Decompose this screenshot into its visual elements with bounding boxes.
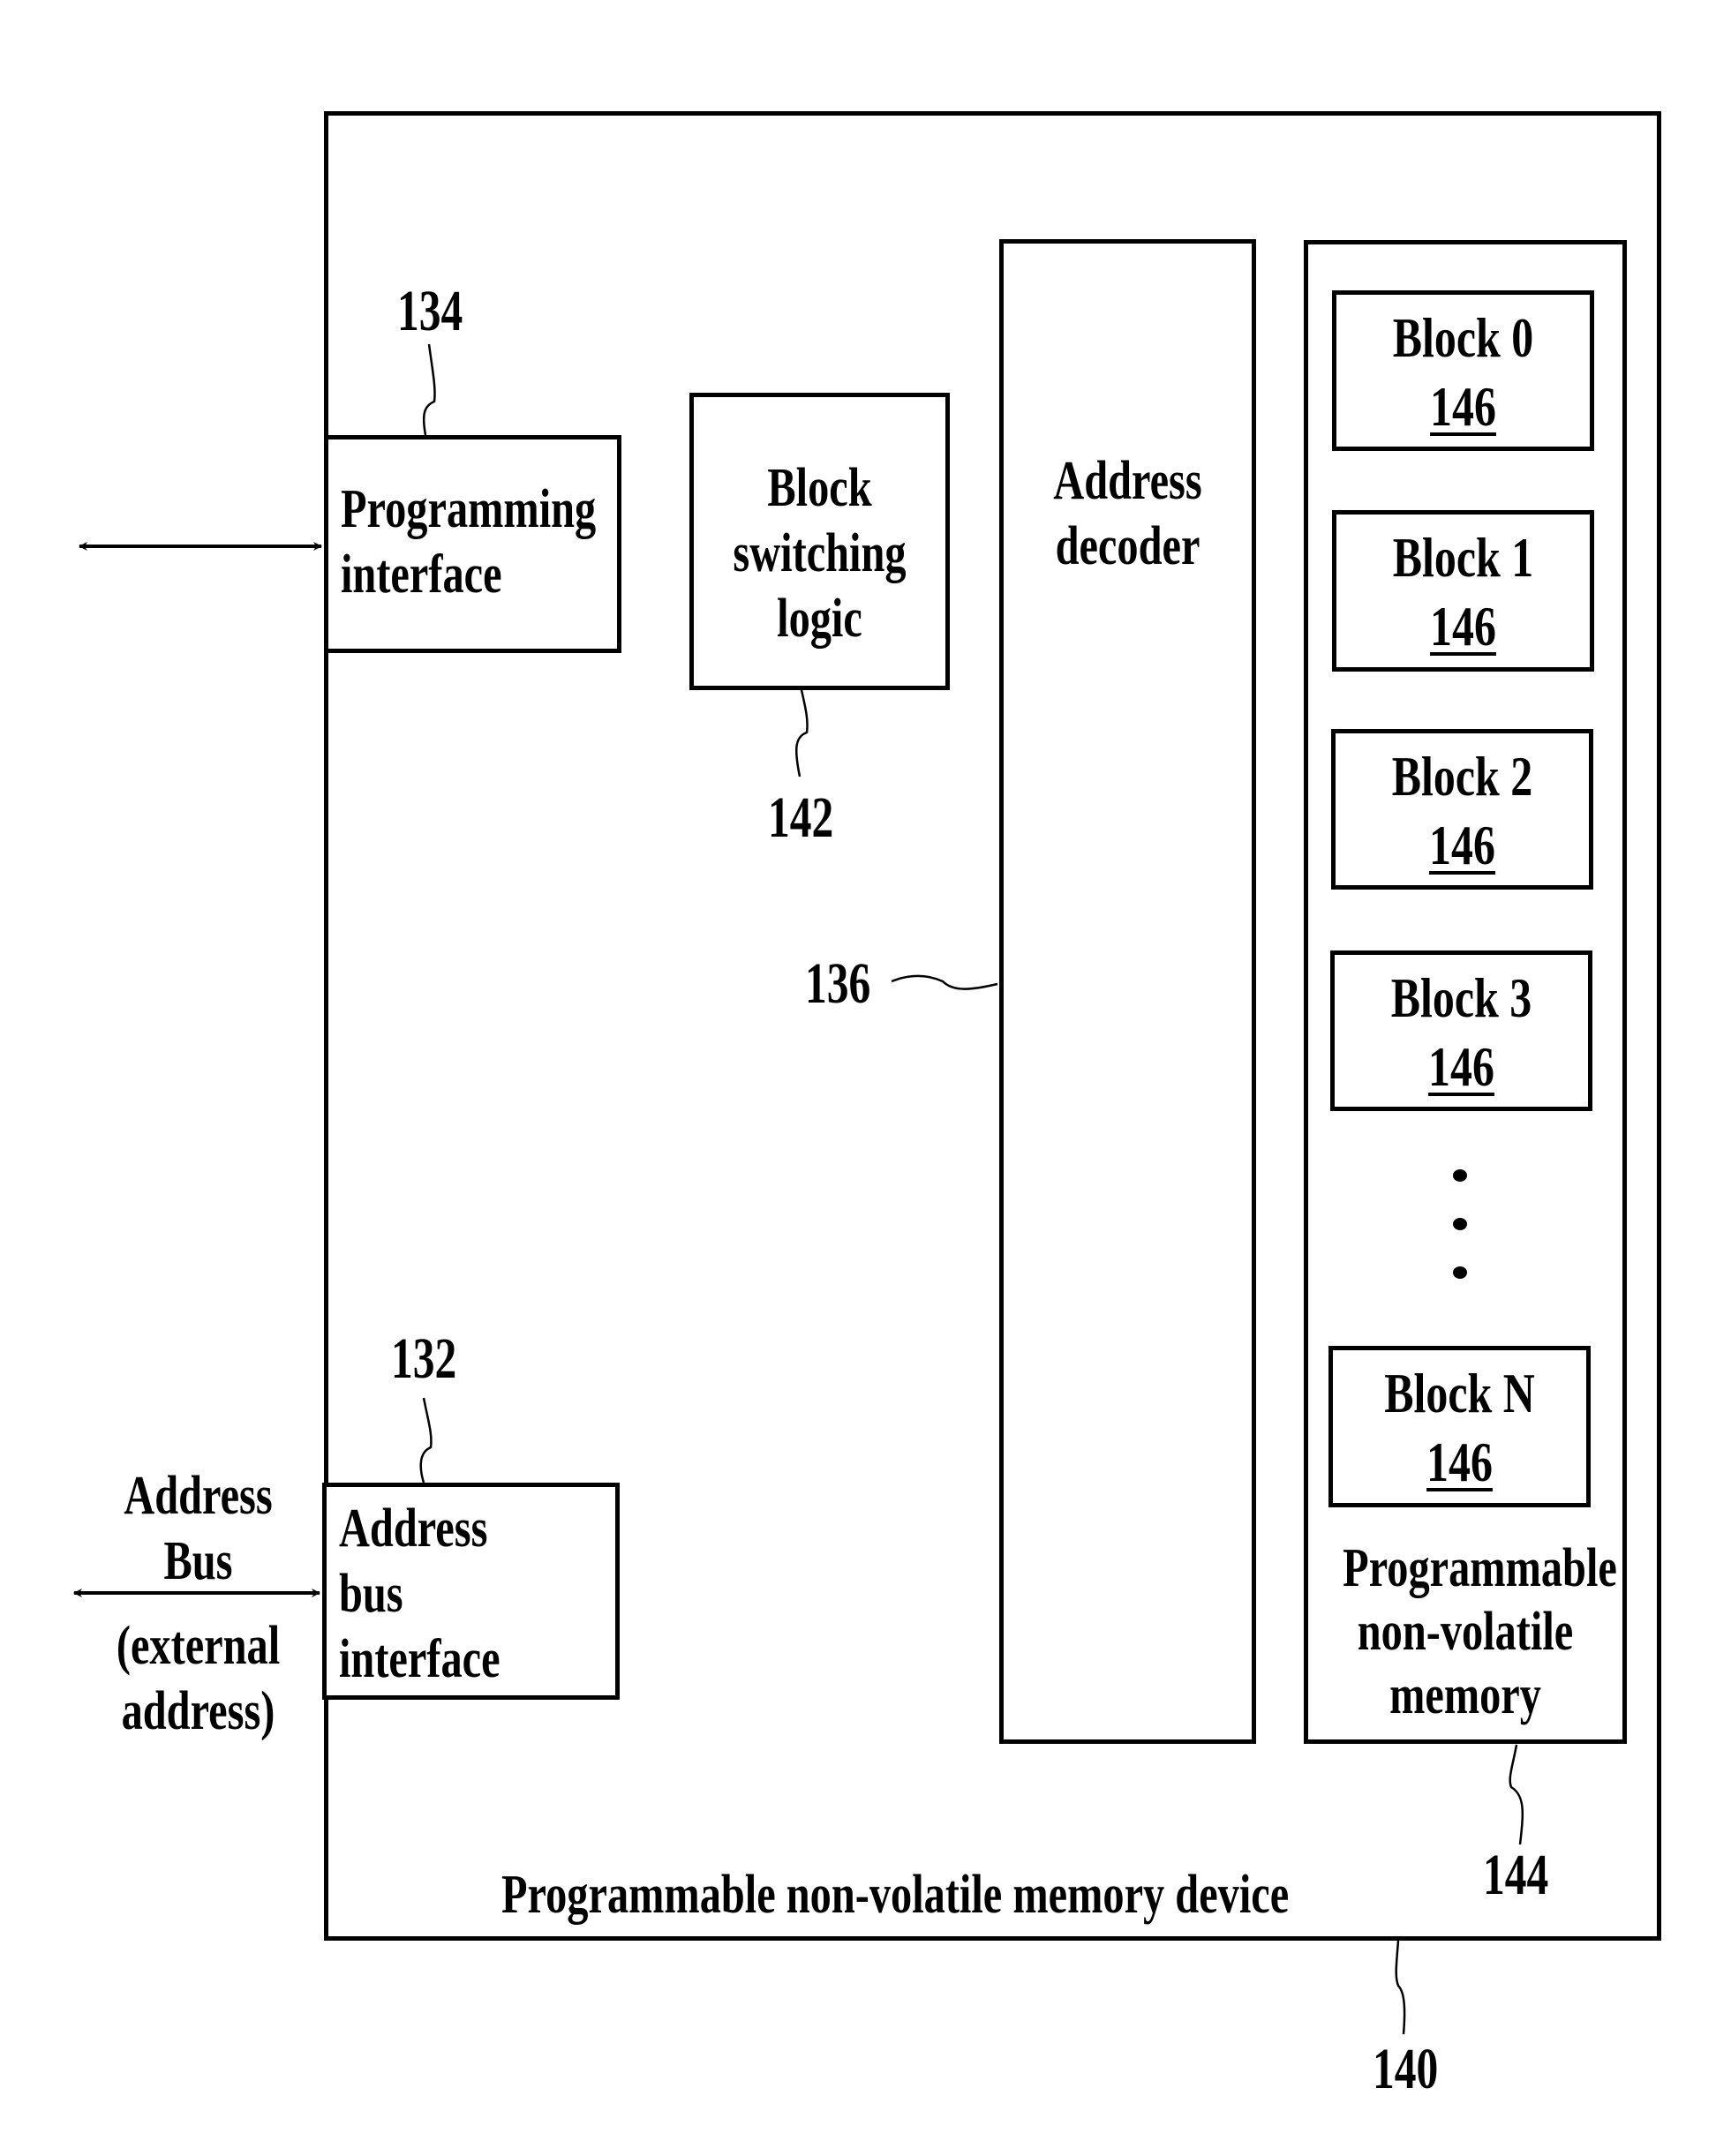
ref-142: 142 [768,785,834,850]
external-address-label: (external address) [107,1613,290,1744]
ref-136: 136 [805,951,871,1016]
address-bus-interface-line-1: Address [339,1499,488,1559]
block-switching-line-1: Block [767,458,872,518]
memory-block: Block N 146 [1328,1346,1591,1507]
programming-interface-line-2: interface [341,545,502,605]
address-bus-label-line-1: Address [124,1466,273,1526]
memory-block: Block 1 146 [1332,510,1594,672]
external-address-line-2: address) [121,1681,275,1741]
programming-interface-box: Programming interface [324,435,621,653]
block-ref: 146 [1428,1035,1494,1098]
address-decoder-line-1: Address [1053,451,1202,511]
ref-134: 134 [397,279,463,343]
leader-line-140 [1395,1940,1406,2035]
block-name: Block 2 [1391,745,1533,808]
block-switching-line-3: logic [777,589,862,649]
block-switching-logic-box: Block switching logic [689,393,950,690]
ellipsis-dot [1453,1266,1467,1279]
address-decoder-box: Address decoder [999,239,1256,1744]
memory-line-1: Programmable [1343,1538,1617,1598]
memory-block: Block 3 146 [1330,950,1592,1111]
block-name: Block 0 [1392,306,1534,369]
ellipsis-dot [1453,1218,1467,1230]
device-label: Programmable non-volatile memory device [501,1865,1290,1925]
address-decoder-line-2: decoder [1055,516,1200,576]
ellipsis-dot [1453,1169,1467,1182]
block-name: Block N [1384,1362,1535,1424]
block-ref: 146 [1429,814,1495,876]
ref-132: 132 [391,1326,457,1391]
block-ref: 146 [1430,595,1496,657]
block-switching-line-2: switching [733,523,907,583]
address-bus-label-line-2: Bus [163,1531,233,1591]
address-bus-interface-line-3: interface [339,1629,500,1689]
ref-144: 144 [1483,1843,1549,1907]
block-name: Block 3 [1390,966,1532,1029]
memory-block: Block 2 146 [1331,729,1593,890]
external-address-line-1: (external [116,1616,281,1676]
address-bus-interface-box: Address bus interface [322,1483,620,1700]
address-bus-label: Address Bus [107,1463,290,1594]
programming-interface-line-1: Programming [341,479,597,539]
memory-line-3: memory [1389,1665,1541,1725]
address-bus-interface-line-2: bus [339,1564,403,1624]
block-ref: 146 [1430,375,1496,438]
block-ref: 146 [1426,1431,1493,1493]
ref-140: 140 [1373,2037,1439,2101]
block-name: Block 1 [1392,526,1534,589]
memory-line-2: non-volatile [1357,1602,1574,1662]
memory-block: Block 0 146 [1332,290,1594,451]
